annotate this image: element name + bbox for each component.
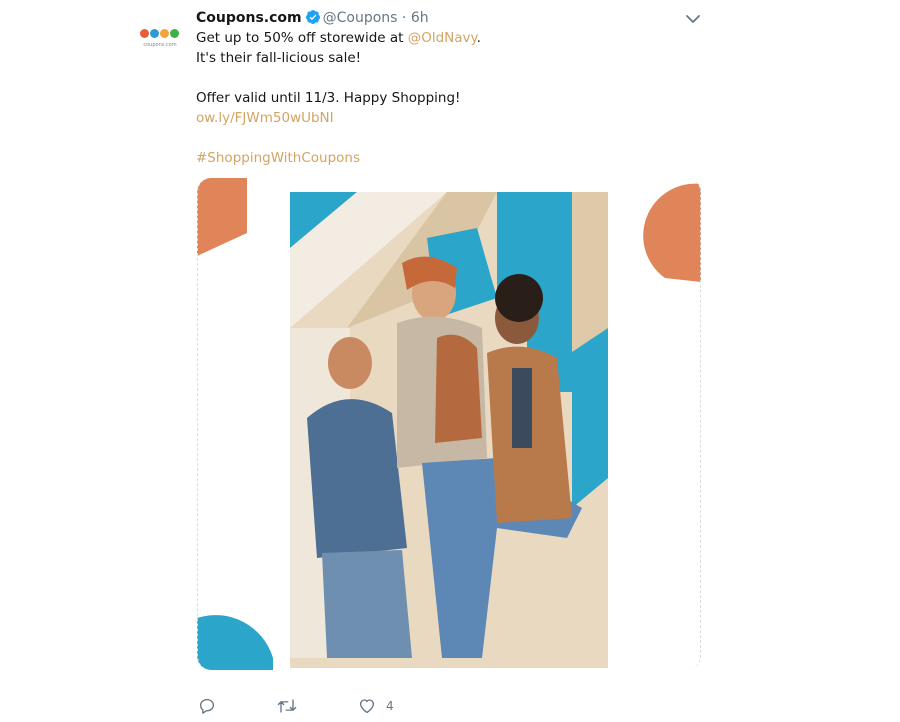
heart-icon [358,697,376,715]
tweet-text: Get up to 50% off storewide at @OldNavy.… [196,28,696,168]
decor-blue-circle [197,615,273,670]
verified-badge-icon [305,9,321,30]
photo-panel [290,192,608,668]
decor-orange-circle-right [643,183,701,282]
media-image [197,178,701,670]
tweet-media[interactable] [197,178,701,670]
text-segment: Get up to 50% off storewide at [196,30,408,46]
avatar-dot [160,29,169,38]
avatar-dot [150,29,159,38]
author-handle[interactable]: @Coupons [323,10,398,26]
like-button[interactable]: 4 [358,695,394,717]
tweet-text-line: It's their fall-licious sale! [196,50,362,66]
url-link[interactable]: ow.ly/FJWm50wUbNI [196,110,334,126]
separator-dot: · [401,10,407,26]
text-segment: . [476,30,481,46]
tweet-text-line: Get up to 50% off storewide at @OldNavy. [196,28,696,48]
decor-orange-shape-left [197,178,247,256]
chevron-down-icon[interactable] [684,11,702,25]
reply-icon [198,697,216,715]
avatar-logo [140,29,179,38]
tweet-timestamp[interactable]: 6h [411,10,429,26]
hashtag-link[interactable]: #ShoppingWithCoupons [196,150,360,166]
author-name[interactable]: Coupons.com [196,10,302,26]
avatar-dot [140,29,149,38]
avatar-dot [170,29,179,38]
tweet-actions: 4 [0,695,900,717]
avatar[interactable]: coupons.com [136,18,184,66]
like-count: 4 [386,699,394,713]
tweet-text-line: Offer valid until 11/3. Happy Shopping! [196,90,461,106]
retweet-button[interactable] [276,695,298,717]
reply-button[interactable] [198,695,216,717]
tweet-header: Coupons.com @Coupons · 6h [196,9,429,29]
mention-link[interactable]: @OldNavy [408,30,477,46]
retweet-icon [276,697,298,715]
avatar-logo-text: coupons.com [143,42,177,48]
